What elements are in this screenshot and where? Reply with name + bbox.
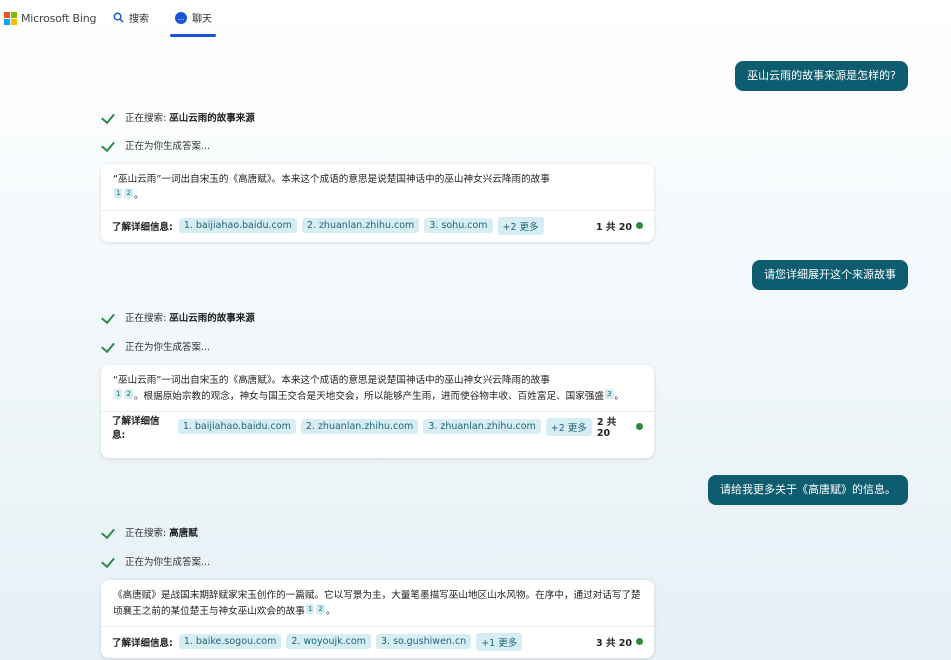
answer-segment: 。 [133,190,144,201]
checkmark-icon [101,139,117,151]
turn-counter-text: 1 共 20 [596,221,632,233]
answer-card: “巫山云雨”一词出自宋玉的《高唐赋》。本来这个成语的意思是说楚国神话中的巫山神女… [101,365,654,458]
turn-counter: 3 共 20 [596,635,643,649]
citation-ref[interactable]: 1 [114,389,123,399]
checkmark-icon [101,555,117,567]
searching-prefix: 正在搜索: [125,313,167,324]
checkmark-icon [101,340,117,352]
answer-segment: “巫山云雨”一词出自宋玉的《高唐赋》。本来这个成语的意思是说楚国神话中的巫山神女… [113,375,550,386]
citation-ref[interactable]: 2 [124,188,133,198]
source-link[interactable]: 3. sohu.com [424,218,493,233]
answer-segment: “巫山云雨”一词出自宋玉的《高唐赋》。本来这个成语的意思是说楚国神话中的巫山神女… [113,174,550,185]
turn-counter-text: 2 共 20 [596,417,617,439]
chat-icon: … [175,11,187,24]
checkmark-icon [101,111,117,123]
citation-ref[interactable]: 1 [114,188,123,198]
search-query: 高唐赋 [169,528,198,539]
source-link[interactable]: 2. woyoujk.com [286,634,371,649]
status-dot-icon [636,222,643,229]
answer-segment: 《高唐赋》是战国末期辞赋家宋玉创作的一篇赋。它以写景为主，大量笔墨描写巫山地区山… [113,590,641,617]
more-sources-link[interactable]: +2 更多 [497,216,544,235]
source-link[interactable]: 1. baike.sogou.com [178,634,282,649]
tab-search-label: 搜索 [129,14,149,25]
source-link[interactable]: 2. zhuanlan.zhihu.com [300,419,419,434]
sources-bar: 了解详细信息: 1. baijiahao.baidu.com 2. zhuanl… [101,210,654,240]
tab-chat-label: 聊天 [192,14,212,25]
source-link[interactable]: 1. baijiahao.baidu.com [178,218,297,233]
turn-counter-text: 3 共 20 [596,637,632,649]
searching-status: 正在搜索: 巫山云雨的故事来源 [101,110,255,124]
searching-prefix: 正在搜索: [125,113,167,124]
user-message: 请您详细展开这个来源故事 [752,260,908,290]
learn-more-label: 了解详细信息: [112,637,173,649]
generating-status: 正在为你生成答案... [101,339,210,353]
more-sources-link[interactable]: +1 更多 [476,632,523,651]
source-link[interactable]: 3. zhuanlan.zhihu.com [423,419,541,434]
checkmark-icon [101,311,117,323]
generating-text: 正在为你生成答案... [125,557,211,568]
tab-search[interactable]: 搜索 [113,10,149,25]
answer-text: “巫山云雨”一词出自宋玉的《高唐赋》。本来这个成语的意思是说楚国神话中的巫山神女… [101,164,654,210]
user-message: 请给我更多关于《高唐赋》的信息。 [708,475,908,505]
answer-segment: 。根据原始宗教的观念，神女与国王交合是天地交会，所以能够产生雨，进而使谷物丰收、… [133,391,605,402]
generating-text: 正在为你生成答案... [125,342,211,353]
searching-status: 正在搜索: 巫山云雨的故事来源 [101,310,255,324]
status-dot-icon [636,423,643,430]
status-dot-icon [636,638,643,645]
answer-text: 《高唐赋》是战国末期辞赋家宋玉创作的一篇赋。它以写景为主，大量笔墨描写巫山地区山… [101,580,654,626]
citation-ref[interactable]: 2 [316,604,325,614]
answer-segment: 。 [325,606,336,617]
searching-status: 正在搜索: 高唐赋 [101,525,198,539]
answer-card: “巫山云雨”一词出自宋玉的《高唐赋》。本来这个成语的意思是说楚国神话中的巫山神女… [101,164,654,242]
citation-ref[interactable]: 1 [305,604,315,614]
checkmark-icon [101,526,117,538]
search-query: 巫山云雨的故事来源 [169,113,255,124]
active-tab-indicator [170,34,216,37]
turn-counter: 1 共 20 [596,219,643,233]
generating-status: 正在为你生成答案... [101,138,210,152]
answer-segment: 。 [614,391,625,402]
more-sources-link[interactable]: +2 更多 [545,417,592,436]
citation-ref[interactable]: 2 [124,389,133,399]
top-bar: Microsoft Bing 搜索 … 聊天 [0,0,951,40]
microsoft-logo-icon [4,12,17,25]
answer-text: “巫山云雨”一词出自宋玉的《高唐赋》。本来这个成语的意思是说楚国神话中的巫山神女… [101,365,654,411]
generating-status: 正在为你生成答案... [101,554,210,568]
learn-more-label: 了解详细信息: [112,221,173,233]
source-link[interactable]: 2. zhuanlan.zhihu.com [301,218,420,233]
user-message: 巫山云雨的故事来源是怎样的? [735,61,908,91]
source-link[interactable]: 1. baijiahao.baidu.com [177,419,296,434]
search-icon [113,12,124,23]
source-link[interactable]: 3. so.gushiwen.cn [375,634,472,649]
brand-name: Microsoft Bing [21,12,97,25]
search-query: 巫山云雨的故事来源 [169,313,255,324]
sources-bar: 了解详细信息: 1. baijiahao.baidu.com 2. zhuanl… [101,411,654,441]
generating-text: 正在为你生成答案... [125,141,211,152]
sources-bar: 了解详细信息: 1. baike.sogou.com 2. woyoujk.co… [101,626,654,656]
searching-prefix: 正在搜索: [125,528,167,539]
tab-chat[interactable]: … 聊天 [175,10,212,25]
citation-ref[interactable]: 3 [605,389,614,399]
bing-logo[interactable]: Microsoft Bing [4,12,97,25]
learn-more-label: 了解详细信息: [112,415,160,441]
turn-counter: 2 共 20 [597,414,643,439]
answer-card: 《高唐赋》是战国末期辞赋家宋玉创作的一篇赋。它以写景为主，大量笔墨描写巫山地区山… [101,580,654,658]
